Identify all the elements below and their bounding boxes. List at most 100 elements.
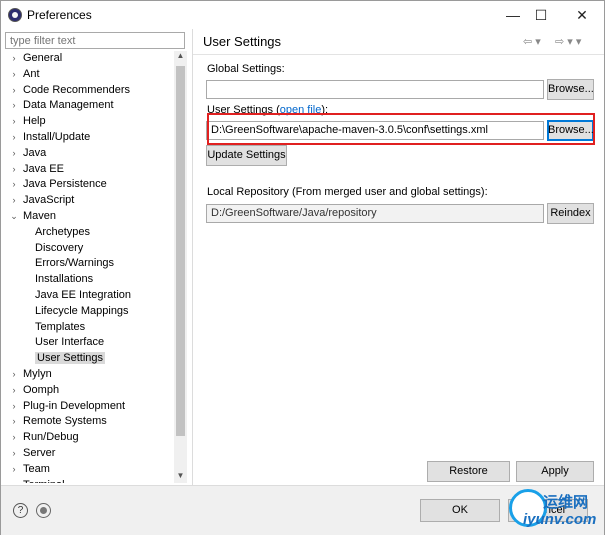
chevron-down-icon[interactable]: ⌄ xyxy=(9,209,19,225)
tree-item-label: Oomph xyxy=(23,383,60,396)
global-browse-button[interactable]: Browse... xyxy=(547,79,594,100)
chevron-right-icon[interactable]: › xyxy=(9,146,19,162)
tree-item[interactable]: › Ant xyxy=(1,67,173,83)
tree-item[interactable]: › Oomph xyxy=(1,383,173,399)
watermark-logo: 运维网 iyunv.com xyxy=(501,489,605,533)
tree-item[interactable]: › JavaScript xyxy=(1,193,173,209)
tree-item[interactable]: Errors/Warnings xyxy=(1,256,173,272)
forward-nav-button[interactable]: ⇨ ▾ ▾ xyxy=(555,35,581,48)
apply-button[interactable]: Apply xyxy=(516,461,594,482)
tree-item-label: Archetypes xyxy=(35,225,91,238)
restore-defaults-button[interactable]: Restore Defaults xyxy=(427,461,510,496)
tree-item[interactable]: Discovery xyxy=(1,241,173,257)
tree-item[interactable]: › General xyxy=(1,51,173,67)
update-settings-button[interactable]: Update Settings xyxy=(206,145,287,166)
help-icon[interactable]: ? xyxy=(13,503,28,518)
scroll-down-icon[interactable]: ▼ xyxy=(174,471,187,483)
tree-item[interactable]: Installations xyxy=(1,272,173,288)
chevron-right-icon[interactable]: › xyxy=(9,177,19,193)
global-settings-label: Global Settings: xyxy=(207,63,285,75)
close-button[interactable]: ✕ xyxy=(567,5,597,25)
tree-item-label: Maven xyxy=(23,209,57,222)
tree-item[interactable]: Lifecycle Mappings xyxy=(1,304,173,320)
tree-item-label: Java EE Integration xyxy=(35,288,132,301)
tree-item-label: Installations xyxy=(35,273,94,286)
tree-item-label: Code Recommenders xyxy=(23,83,130,96)
tree-item[interactable]: ⌄ Maven xyxy=(1,209,173,225)
chevron-right-icon[interactable]: › xyxy=(9,462,19,478)
tree-item[interactable]: › Plug-in Development xyxy=(1,399,173,415)
tree-item-label: Plug-in Development xyxy=(23,399,126,412)
minimize-button[interactable]: — xyxy=(498,5,528,25)
chevron-right-icon[interactable]: › xyxy=(9,414,19,430)
highlight-annotation xyxy=(207,113,595,145)
preferences-window: Preferences — ☐ ✕ › General › Ant › Code Reco… xyxy=(0,0,605,535)
tree-item[interactable]: › Remote Systems xyxy=(1,414,173,430)
tree-item-label: General xyxy=(23,52,63,64)
chevron-right-icon[interactable]: › xyxy=(9,399,19,415)
chevron-right-icon[interactable]: › xyxy=(9,83,19,99)
title-bar: Preferences — ☐ ✕ xyxy=(1,1,604,29)
eclipse-icon xyxy=(8,8,22,22)
global-settings-field[interactable] xyxy=(206,80,544,99)
filter-input[interactable] xyxy=(5,32,185,49)
tree-item-label: Server xyxy=(23,446,56,459)
chevron-right-icon[interactable]: › xyxy=(9,383,19,399)
maximize-button[interactable]: ☐ xyxy=(526,5,556,25)
tree-item[interactable]: › Java Persistence xyxy=(1,177,173,193)
tree-item-label: Lifecycle Mappings xyxy=(35,304,129,317)
tree-item-label: Team xyxy=(23,462,50,475)
tree-item[interactable]: › Code Recommenders xyxy=(1,83,173,99)
tree-item-label: Run/Debug xyxy=(23,431,79,444)
tree-item-label: User Settings xyxy=(35,352,106,365)
tree-item[interactable]: › Install/Update xyxy=(1,130,173,146)
tree-item-label: Java Persistence xyxy=(23,178,107,191)
tree-scrollbar[interactable]: ▲ ▼ xyxy=(174,51,187,483)
local-repository-field: D:/GreenSoftware/Java/repository xyxy=(206,204,544,223)
chevron-right-icon[interactable]: › xyxy=(9,478,19,483)
header-divider xyxy=(193,54,604,55)
ok-button[interactable]: OK xyxy=(420,499,500,522)
settings-page: User Settings ⇦ ▾ ⇨ ▾ ▾ Global Settings:… xyxy=(193,29,604,496)
tree-item-label: Help xyxy=(23,115,46,128)
chevron-right-icon[interactable]: › xyxy=(9,114,19,130)
tree-item[interactable]: User Interface xyxy=(1,335,173,351)
tree-item-label: Install/Update xyxy=(23,130,91,143)
tree-item[interactable]: › Run/Debug xyxy=(1,430,173,446)
chevron-right-icon[interactable]: › xyxy=(9,193,19,209)
reindex-button[interactable]: Reindex xyxy=(547,203,594,224)
chevron-right-icon[interactable]: › xyxy=(9,98,19,114)
chevron-right-icon[interactable]: › xyxy=(9,162,19,178)
tree-item[interactable]: › Help xyxy=(1,114,173,130)
tree-item[interactable]: Archetypes xyxy=(1,225,173,241)
chevron-right-icon[interactable]: › xyxy=(9,446,19,462)
scrollbar-thumb[interactable] xyxy=(176,66,185,436)
chevron-right-icon[interactable]: › xyxy=(9,130,19,146)
tree-item[interactable]: › Server xyxy=(1,446,173,462)
tree-item[interactable]: Java EE Integration xyxy=(1,288,173,304)
tree-item[interactable]: › Terminal xyxy=(1,478,173,483)
preferences-tree: › General › Ant › Code Recommenders › Data Mana… xyxy=(1,51,173,483)
watermark-text-url: iyunv.com xyxy=(523,511,597,528)
tree-item[interactable]: › Mylyn xyxy=(1,367,173,383)
tree-item-label: Terminal xyxy=(23,479,65,483)
tree-item-label: Discovery xyxy=(35,241,84,254)
chevron-right-icon[interactable]: › xyxy=(9,430,19,446)
tree-item[interactable]: › Java EE xyxy=(1,162,173,178)
back-nav-button[interactable]: ⇦ ▾ xyxy=(523,35,541,48)
tree-item[interactable]: › Java xyxy=(1,146,173,162)
tree-item[interactable]: User Settings xyxy=(1,351,173,367)
tree-item-label: Mylyn xyxy=(23,367,52,380)
tree-item-label: Java EE xyxy=(23,162,64,175)
chevron-right-icon[interactable]: › xyxy=(9,367,19,383)
scroll-up-icon[interactable]: ▲ xyxy=(174,51,187,63)
tree-item[interactable]: Templates xyxy=(1,320,173,336)
tree-item-label: Remote Systems xyxy=(23,415,107,428)
chevron-right-icon[interactable]: › xyxy=(9,67,19,83)
tree-item[interactable]: › Data Management xyxy=(1,98,173,114)
record-icon[interactable] xyxy=(36,503,51,518)
watermark-text-cn: 运维网 xyxy=(543,494,589,511)
local-repository-label: Local Repository (From merged user and g… xyxy=(207,186,488,198)
tree-item[interactable]: › Team xyxy=(1,462,173,478)
chevron-right-icon[interactable]: › xyxy=(9,51,19,67)
